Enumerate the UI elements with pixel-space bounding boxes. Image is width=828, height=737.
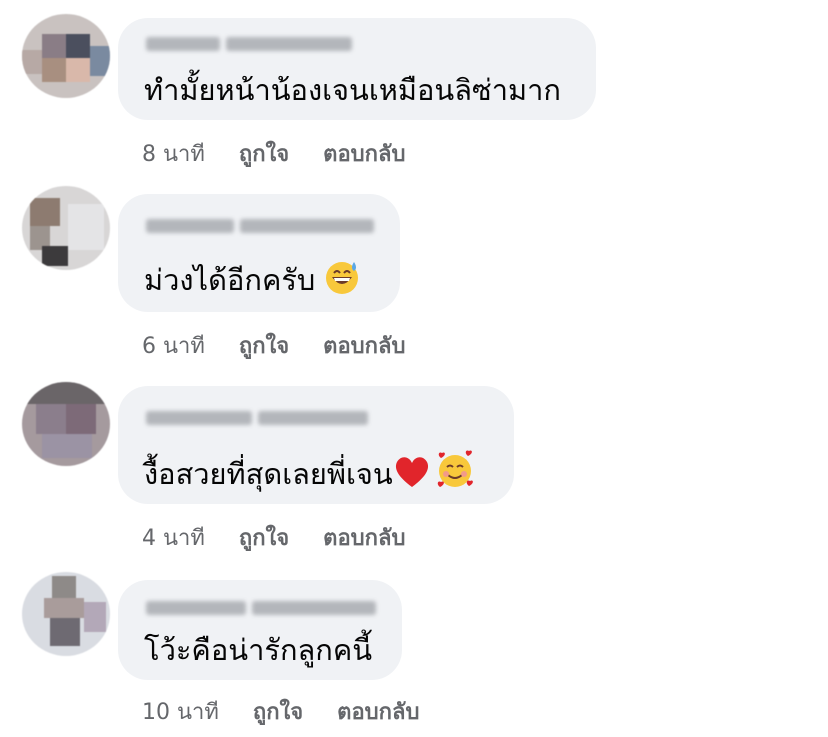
comment-timestamp[interactable]: 4 นาที [142, 520, 205, 555]
comment-bubble: ม่วงได้อีกครับ [118, 194, 400, 312]
comment-bubble: ทำมั้ยหน้าน้องเจนเหมือนลิซ่ามาก [118, 18, 596, 120]
comment-author-blurred[interactable] [146, 216, 374, 236]
comment-text: ม่วงได้อีกครับ [144, 258, 361, 306]
avatar[interactable] [22, 186, 110, 270]
comment-text: งื้อสวยที่สุดเลยพี่เจน [144, 450, 475, 500]
avatar[interactable] [22, 572, 110, 656]
smiling-face-with-hearts-emoji [435, 450, 475, 500]
reply-button[interactable]: ตอบกลับ [323, 328, 405, 363]
grinning-sweat-emoji [323, 258, 361, 306]
like-button[interactable]: ถูกใจ [239, 328, 289, 363]
comment-author-blurred[interactable] [146, 34, 352, 54]
reply-button[interactable]: ตอบกลับ [323, 520, 405, 555]
reply-button[interactable]: ตอบกลับ [337, 694, 419, 729]
comment-timestamp[interactable]: 6 นาที [142, 328, 205, 363]
comment-text: โว้ะคือน่ารักลูกคนี้ [144, 633, 373, 667]
avatar[interactable] [22, 382, 110, 466]
comment-text: ทำมั้ยหน้าน้องเจนเหมือนลิซ่ามาก [144, 73, 561, 107]
comment-bubble: โว้ะคือน่ารักลูกคนี้ [118, 580, 402, 680]
comment-author-blurred[interactable] [146, 408, 368, 428]
comment-timestamp[interactable]: 8 นาที [142, 136, 205, 171]
like-button[interactable]: ถูกใจ [253, 694, 303, 729]
comment-bubble: งื้อสวยที่สุดเลยพี่เจน [118, 386, 514, 504]
like-button[interactable]: ถูกใจ [239, 520, 289, 555]
comment-timestamp[interactable]: 10 นาที [142, 694, 219, 729]
red-heart-emoji [393, 454, 431, 500]
like-button[interactable]: ถูกใจ [239, 136, 289, 171]
reply-button[interactable]: ตอบกลับ [323, 136, 405, 171]
avatar[interactable] [22, 14, 110, 98]
comment-author-blurred[interactable] [146, 598, 376, 618]
